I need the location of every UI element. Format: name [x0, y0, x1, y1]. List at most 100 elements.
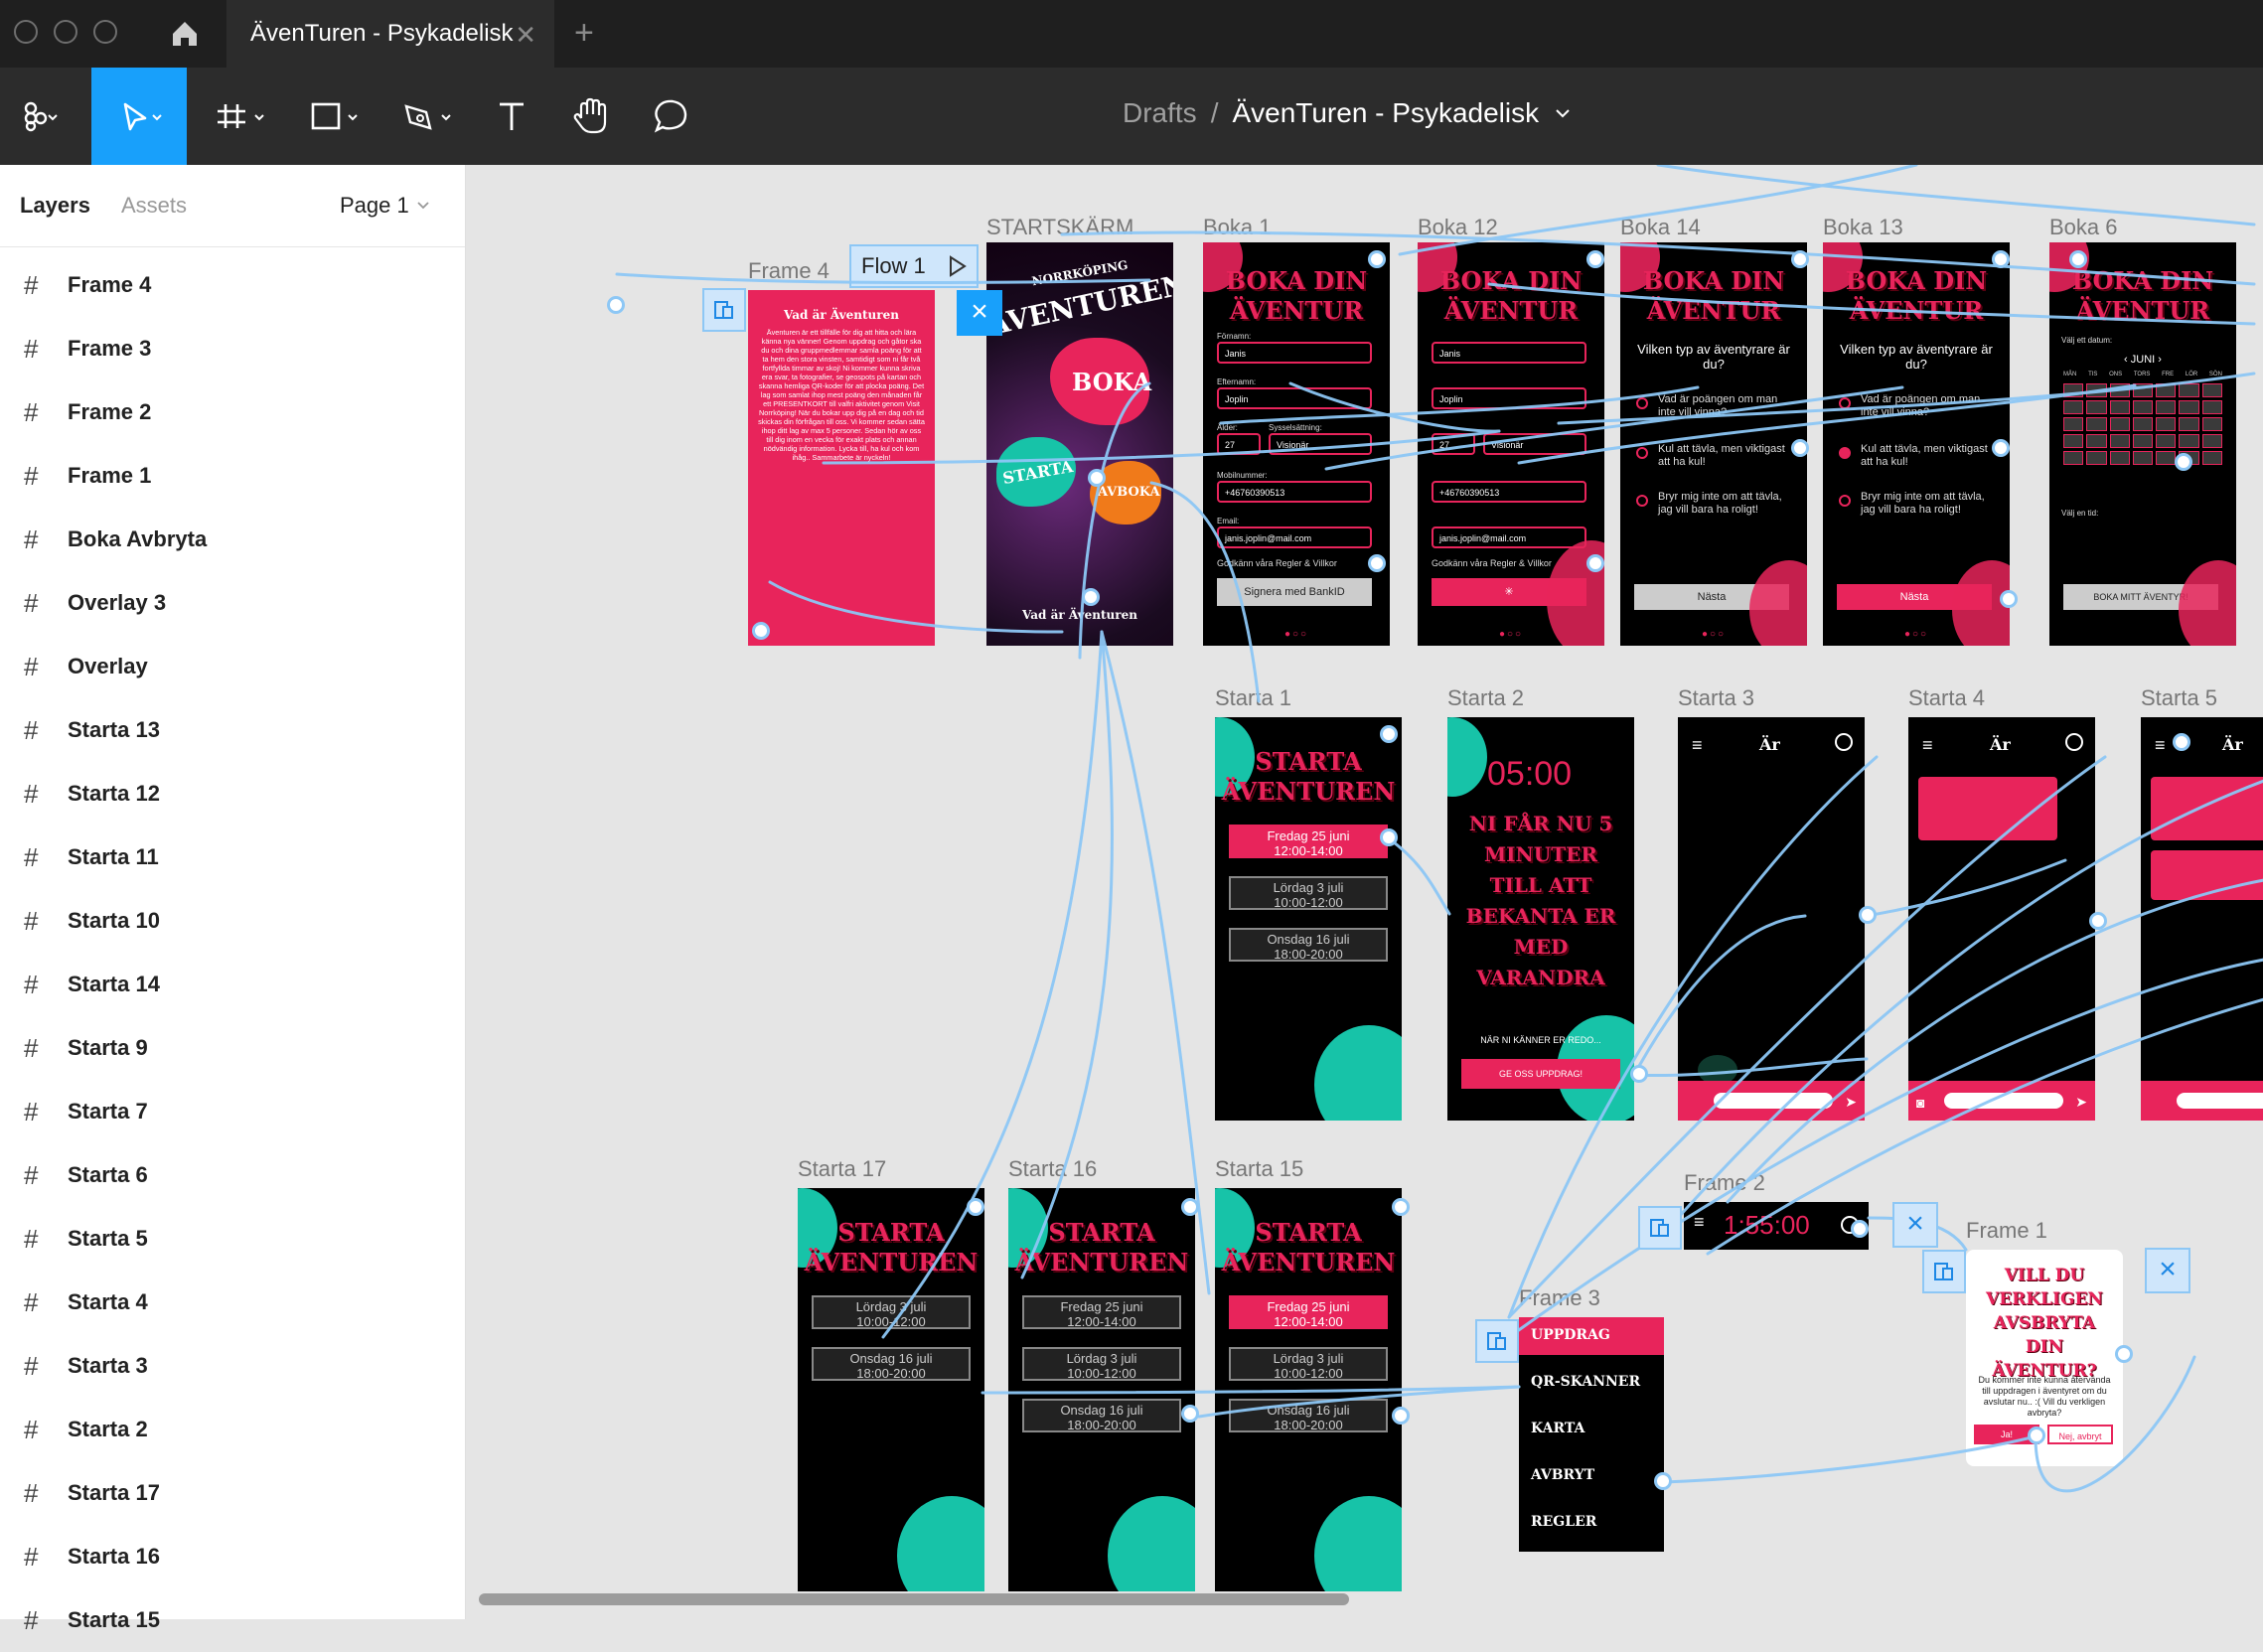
- pen-tool-button[interactable]: [391, 68, 465, 165]
- hamburger-menu-icon[interactable]: ≡: [1692, 735, 1703, 756]
- layer-item[interactable]: # Frame 3: [0, 317, 465, 380]
- connection-node[interactable]: [2173, 733, 2190, 751]
- connection-node[interactable]: [1368, 554, 1386, 572]
- connection-node[interactable]: [2175, 453, 2192, 471]
- message-input[interactable]: [2177, 1093, 2263, 1109]
- connection-node[interactable]: [1181, 1405, 1199, 1423]
- calendar-day-cell[interactable]: [2179, 434, 2199, 448]
- frame-label-boka13[interactable]: Boka 13: [1823, 215, 1903, 240]
- hamburger-menu-icon[interactable]: ≡: [2155, 735, 2166, 756]
- connection-node[interactable]: [1392, 1198, 1410, 1216]
- frame-label-starta1[interactable]: Starta 1: [1215, 685, 1291, 711]
- calendar-day-cell[interactable]: [2156, 383, 2177, 397]
- calendar-day-cell[interactable]: [2201, 434, 2222, 448]
- tab-assets[interactable]: Assets: [121, 193, 187, 219]
- frame-label-frame1[interactable]: Frame 1: [1966, 1218, 2047, 1244]
- comment-tool-button[interactable]: [644, 68, 697, 165]
- slot-3[interactable]: Onsdag 16 juli 18:00-20:00: [812, 1347, 971, 1381]
- layer-item[interactable]: # Starta 7: [0, 1080, 465, 1143]
- connection-node[interactable]: [1992, 439, 2010, 457]
- calendar-grid[interactable]: [2063, 383, 2222, 465]
- alder-select[interactable]: 27: [1432, 433, 1475, 455]
- syssel-select[interactable]: Visionär: [1269, 433, 1372, 455]
- overlay-frame-icon[interactable]: [702, 288, 746, 332]
- connection-node[interactable]: [2115, 1345, 2133, 1363]
- frame-label-starta15[interactable]: Starta 15: [1215, 1156, 1303, 1182]
- chevron-down-icon[interactable]: [1553, 103, 1573, 123]
- layer-item[interactable]: # Starta 12: [0, 762, 465, 826]
- frame-3-menu[interactable]: UPPDRAG QR-SKANNER KARTA AVBRYT REGLER: [1519, 1317, 1664, 1552]
- frame-starta17[interactable]: STARTA ÄVENTUREN Lördag 3 juli 10:00-12:0…: [798, 1188, 984, 1591]
- syssel-select[interactable]: Visionär: [1483, 433, 1586, 455]
- layer-item[interactable]: # Starta 15: [0, 1588, 465, 1652]
- clock-icon[interactable]: [1835, 733, 1853, 751]
- connection-node[interactable]: [1380, 828, 1398, 846]
- calendar-day-cell[interactable]: [2201, 417, 2222, 431]
- calendar-day-cell[interactable]: [2109, 451, 2130, 465]
- design-canvas[interactable]: Frame 4 STARTSKÄRM Boka 1 Boka 12 Boka 1…: [466, 165, 2263, 1619]
- efternamn-field[interactable]: Joplin: [1217, 387, 1372, 409]
- terms-text[interactable]: Godkänn våra Regler & Villkor: [1217, 558, 1337, 568]
- connection-node[interactable]: [967, 1198, 984, 1216]
- menu-item[interactable]: QR-SKANNER: [1531, 1374, 1640, 1390]
- frame-label-starta2[interactable]: Starta 2: [1447, 685, 1524, 711]
- play-icon[interactable]: [943, 252, 971, 280]
- menu-item[interactable]: REGLER: [1531, 1514, 1596, 1530]
- calendar-day-cell[interactable]: [2156, 434, 2177, 448]
- frame-label-frame3[interactable]: Frame 3: [1519, 1285, 1600, 1311]
- page-selector[interactable]: Page 1: [340, 193, 431, 219]
- move-tool-button[interactable]: [91, 68, 187, 165]
- give-mission-button[interactable]: GE OSS UPPDRAG!: [1461, 1059, 1620, 1089]
- connection-node[interactable]: [2089, 912, 2107, 930]
- calendar-day-cell[interactable]: [2132, 434, 2154, 448]
- hand-tool-button[interactable]: [566, 68, 616, 165]
- calendar-day-cell[interactable]: [2179, 417, 2199, 431]
- calendar-day-cell[interactable]: [2132, 400, 2154, 414]
- option-radio-2-selected[interactable]: [1839, 447, 1851, 459]
- slot-3[interactable]: Onsdag 16 juli 18:00-20:00: [1229, 928, 1388, 962]
- mobil-field[interactable]: +46760390513: [1217, 481, 1372, 503]
- calendar-day-cell[interactable]: [2109, 417, 2130, 431]
- calendar-day-cell[interactable]: [2086, 434, 2107, 448]
- layer-item[interactable]: # Starta 4: [0, 1271, 465, 1334]
- message-input[interactable]: [1714, 1093, 1833, 1109]
- layer-item[interactable]: # Boka Avbryta: [0, 508, 465, 571]
- calendar-day-cell[interactable]: [2086, 451, 2107, 465]
- connection-node[interactable]: [1586, 250, 1604, 268]
- calendar-day-cell[interactable]: [2086, 383, 2107, 397]
- email-field[interactable]: janis.joplin@mail.com: [1217, 526, 1372, 548]
- frame-label-frame4[interactable]: Frame 4: [748, 258, 830, 284]
- layer-item[interactable]: # Starta 16: [0, 1525, 465, 1588]
- frame-label-boka12[interactable]: Boka 12: [1418, 215, 1498, 240]
- connection-node[interactable]: [2069, 250, 2087, 268]
- minimize-window-button[interactable]: [54, 20, 77, 44]
- fornamn-field[interactable]: Janis: [1217, 342, 1372, 364]
- frame-startskarm[interactable]: NORRKÖPING ÄVENTUREN BOKA STARTA AVBOKA …: [986, 242, 1173, 646]
- frame-tool-button[interactable]: [207, 68, 276, 165]
- overlay-frame-icon[interactable]: [1922, 1250, 1966, 1293]
- layer-item[interactable]: # Frame 1: [0, 444, 465, 508]
- calendar-month[interactable]: ‹ JUNI ›: [2049, 354, 2236, 366]
- calendar-day-cell[interactable]: [2109, 383, 2130, 397]
- file-name-menu[interactable]: ÄvenTuren - Psykadelisk: [1232, 97, 1539, 129]
- shape-tool-button[interactable]: [298, 68, 372, 165]
- frame-label-starta16[interactable]: Starta 16: [1008, 1156, 1097, 1182]
- layer-item[interactable]: # Frame 2: [0, 380, 465, 444]
- calendar-day-cell[interactable]: [2179, 400, 2199, 414]
- slot-2[interactable]: Lördag 3 juli 10:00-12:00: [1229, 1347, 1388, 1381]
- calendar-day-cell[interactable]: [2063, 451, 2084, 465]
- frame-2-timer[interactable]: ≡ 1:55:00: [1684, 1202, 1869, 1250]
- calendar-day-cell[interactable]: [2132, 417, 2154, 431]
- connection-node[interactable]: [1791, 250, 1809, 268]
- frame-starta4[interactable]: ≡ Är ◙ ➤: [1908, 717, 2095, 1121]
- file-tab[interactable]: ÄvenTuren - Psykadelisk ✕: [226, 0, 554, 68]
- calendar-day-cell[interactable]: [2156, 451, 2177, 465]
- fornamn-field[interactable]: Janis: [1432, 342, 1586, 364]
- calendar-day-cell[interactable]: [2179, 383, 2199, 397]
- calendar-day-cell[interactable]: [2063, 400, 2084, 414]
- slot-1[interactable]: Fredag 25 juni 12:00-14:00: [1229, 1295, 1388, 1329]
- connection-node[interactable]: [1181, 1198, 1199, 1216]
- option-radio-1[interactable]: [1839, 397, 1851, 409]
- calendar-day-cell[interactable]: [2063, 417, 2084, 431]
- alder-select[interactable]: 27: [1217, 433, 1261, 455]
